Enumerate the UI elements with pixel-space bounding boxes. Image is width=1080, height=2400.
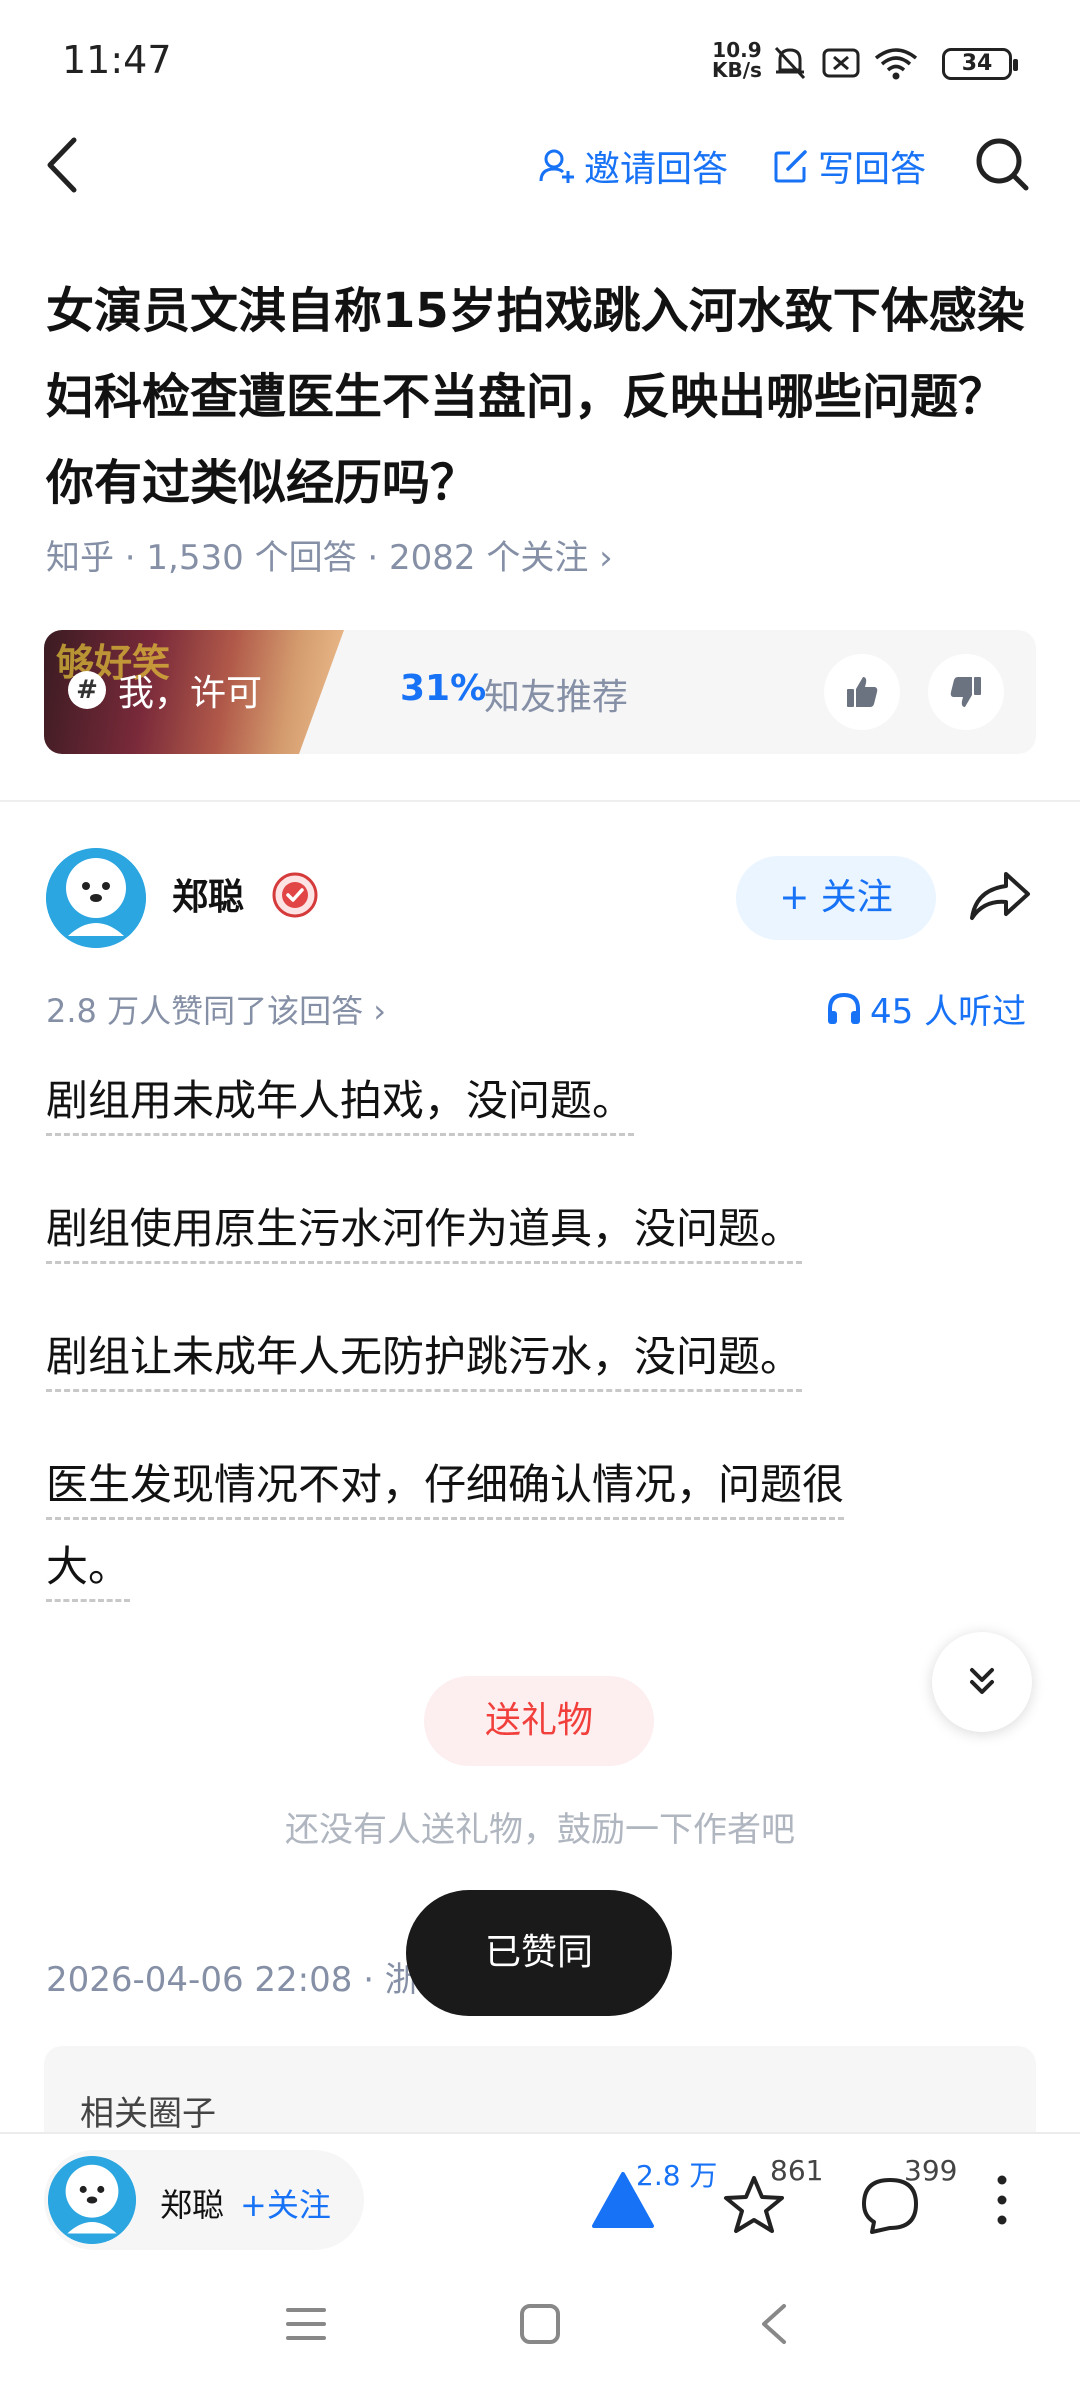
upvoted-toast: 已赞同 — [406, 1890, 672, 2016]
battery-indicator: 34 — [942, 48, 1018, 80]
author-avatar[interactable] — [46, 848, 146, 948]
headphones-icon — [828, 992, 860, 1024]
search-icon[interactable] — [972, 134, 1032, 194]
answer-paragraph: 剧组让未成年人无防护跳污水，没问题。 — [46, 1316, 803, 1398]
bottom-follow-button[interactable]: +关注 — [240, 2180, 331, 2226]
verified-badge-icon — [272, 872, 318, 918]
send-gift-button[interactable]: 送礼物 — [424, 1676, 654, 1766]
recommend-label: 知友推荐 — [484, 677, 629, 718]
upvote-info[interactable]: 2.8 万人赞同了该回答 › — [46, 986, 386, 1032]
answer-paragraph: 剧组用未成年人拍戏，没问题。 — [46, 1060, 635, 1142]
answer-paragraph: 大。 — [46, 1526, 131, 1608]
bottom-author-name: 郑聪 — [160, 2186, 225, 2224]
topic-tag[interactable]: # 我，许可 — [68, 664, 262, 716]
back-arrow-icon[interactable] — [38, 130, 88, 200]
follow-button[interactable]: + 关注 — [736, 856, 936, 940]
answer-paragraph: 医生发现情况不对，仔细确认情况，问题很 — [46, 1444, 845, 1526]
menu-icon[interactable] — [284, 2302, 328, 2346]
home-icon[interactable] — [518, 2302, 562, 2346]
bottom-action-bar: 郑聪 +关注 2.8 万 861 399 — [0, 2132, 1080, 2262]
favorite-count: 861 — [770, 2154, 824, 2187]
avatar-image — [46, 848, 146, 948]
invite-answer-button[interactable]: 邀请回答 — [538, 138, 728, 194]
question-meta[interactable]: 知乎 · 1,530 个回答 · 2082 个关注 › — [46, 530, 613, 579]
related-circles-label: 相关圈子 — [80, 2094, 216, 2134]
more-options-icon[interactable] — [992, 2170, 1012, 2230]
mute-bell-icon — [774, 46, 806, 80]
question-title[interactable]: 女演员文淇自称15岁拍戏跳入河水致下体感染妇科检查遭医生不当盘问，反映出哪些问题… — [46, 268, 1036, 526]
thumbs-down-button[interactable] — [928, 654, 1004, 730]
no-sim-icon — [822, 48, 860, 78]
net-speed: 10.9 KB/s — [712, 38, 762, 82]
edit-icon — [774, 150, 807, 183]
publish-time: 2026-04-06 22:08 · 浙 — [46, 1960, 419, 2000]
status-bar: 11:47 10.9 KB/s 34 — [0, 0, 1080, 120]
recommend-percent: 31% — [400, 668, 487, 709]
gift-tip: 还没有人送礼物，鼓励一下作者吧 — [285, 1810, 795, 1850]
share-icon[interactable] — [968, 868, 1032, 924]
listened-count[interactable]: 45 人听过 — [826, 984, 1026, 1033]
thumbs-up-icon — [847, 677, 878, 707]
author-name[interactable]: 郑聪 — [172, 868, 244, 920]
system-nav-bar — [0, 2262, 1080, 2400]
invite-user-icon — [539, 149, 574, 183]
write-answer-button[interactable]: 写回答 — [772, 138, 926, 194]
upvote-count: 2.8 万 — [636, 2159, 718, 2192]
bottom-author-pill[interactable]: 郑聪 +关注 — [44, 2150, 364, 2250]
double-chevron-down-icon — [970, 1668, 994, 1694]
recommend-bar: 够好笑 # 我，许可 31% 知友推荐 — [44, 630, 1036, 754]
section-divider — [0, 800, 1080, 802]
hashtag-icon: # — [68, 671, 106, 709]
thumbs-down-icon — [950, 677, 981, 707]
nav-back-icon[interactable] — [752, 2302, 796, 2346]
collapse-button[interactable] — [932, 1632, 1032, 1732]
answer-paragraph: 剧组使用原生污水河作为道具，没问题。 — [46, 1188, 803, 1270]
comment-count: 399 — [904, 2154, 958, 2187]
thumbs-up-button[interactable] — [824, 654, 900, 730]
wifi-icon — [874, 48, 918, 80]
status-time: 11:47 — [62, 38, 172, 82]
avatar-image — [48, 2156, 136, 2244]
bottom-author-avatar[interactable] — [48, 2156, 136, 2244]
